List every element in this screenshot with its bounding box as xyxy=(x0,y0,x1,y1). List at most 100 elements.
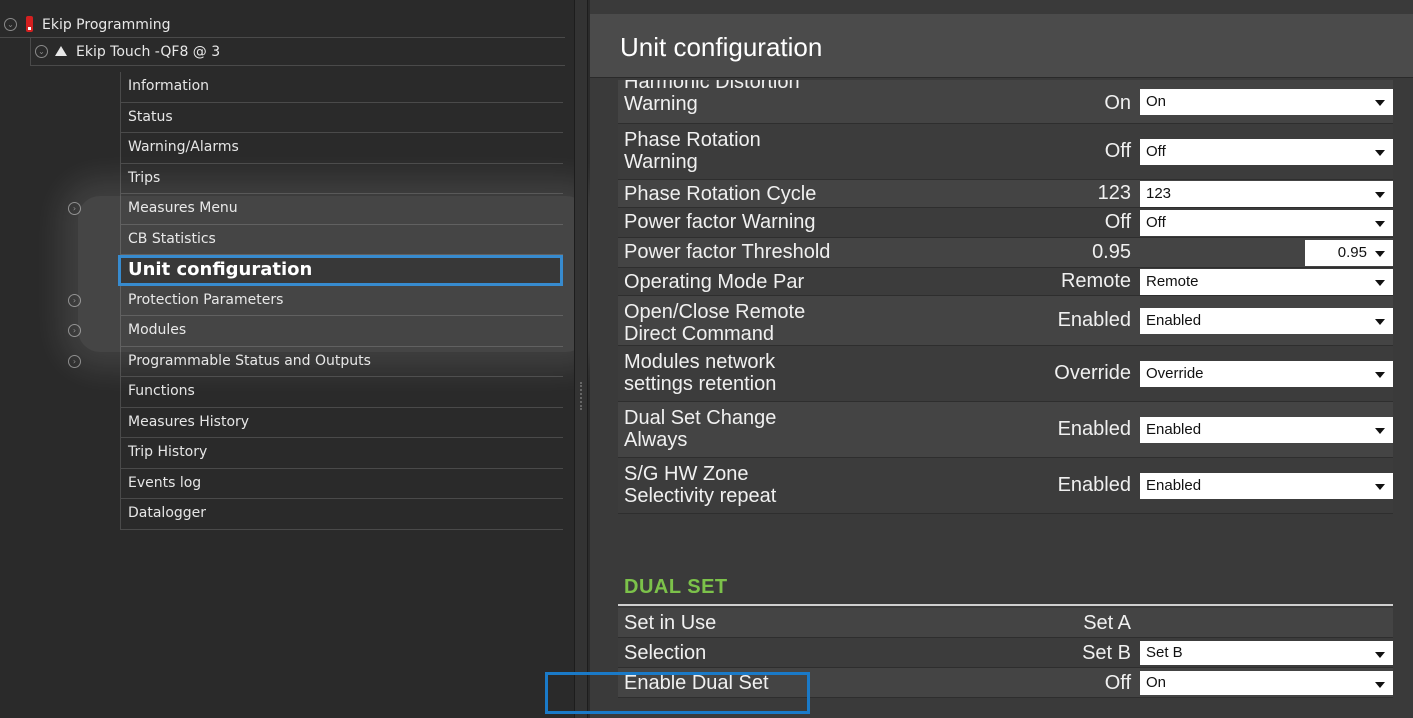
warning-triangle-icon xyxy=(55,46,67,56)
dropdown-value: Off xyxy=(1146,143,1166,160)
dual-set-row: Set in Use Set A xyxy=(618,608,1393,638)
dropdown-caret-icon[interactable] xyxy=(1375,100,1385,106)
expand-circle-icon[interactable]: › xyxy=(68,354,81,368)
tree-item[interactable]: Status xyxy=(121,103,563,133)
settings-row: Dual Set Change Always Enabled Enabled xyxy=(618,402,1393,458)
tree-node-device[interactable]: ⌄ Ekip Touch -QF8 @ 3 xyxy=(30,38,565,66)
row-label-line2: Direct Command xyxy=(624,323,775,345)
row-current-value: On xyxy=(1104,92,1131,114)
tree-node-root[interactable]: ⌄ Ekip Programming xyxy=(0,12,565,38)
value-dropdown[interactable]: 0.95 xyxy=(1140,240,1393,266)
dropdown-value: Enabled xyxy=(1146,421,1202,438)
dropdown-value: 0.95 xyxy=(1337,244,1367,261)
row-label: Dual Set Change xyxy=(624,407,777,429)
value-dropdown[interactable]: On xyxy=(1140,89,1393,115)
row-current-value: Off xyxy=(1104,211,1131,233)
dropdown-caret-icon[interactable] xyxy=(1375,280,1385,286)
settings-row: Phase Rotation Cycle 123 123 xyxy=(618,180,1393,208)
settings-table: Harmonic Distortion Warning On On Phase Rota… xyxy=(618,80,1393,514)
tree-item-label: Warning/Alarms xyxy=(128,139,239,155)
row-label: Open/Close Remote xyxy=(624,301,806,323)
settings-row: S/G HW Zone Selectivity repeat Enabled Enab… xyxy=(618,458,1393,514)
tree-item[interactable]: Trips xyxy=(121,164,563,194)
row-label-line2: Selectivity repeat xyxy=(624,485,777,507)
dropdown-caret-icon[interactable] xyxy=(1375,192,1385,198)
dropdown-value: Enabled xyxy=(1146,312,1202,329)
expand-circle-icon[interactable]: › xyxy=(68,293,81,307)
splitter-grip[interactable] xyxy=(580,382,582,410)
dropdown-caret-icon[interactable] xyxy=(1375,319,1385,325)
settings-row: Open/Close Remote Direct Command Enabled En… xyxy=(618,296,1393,346)
settings-row: Modules network settings retention Overrid… xyxy=(618,346,1393,402)
tree-item[interactable]: Measures History xyxy=(121,408,563,438)
value-dropdown[interactable]: Override xyxy=(1140,361,1393,387)
tree-item-label: Trips xyxy=(128,169,161,186)
dropdown-caret-icon[interactable] xyxy=(1375,682,1385,688)
value-dropdown[interactable]: Enabled xyxy=(1140,308,1393,334)
dropdown-value: Off xyxy=(1146,214,1166,231)
tree-item[interactable]: › Programmable Status and Outputs xyxy=(68,347,563,377)
tree-item[interactable]: Datalogger xyxy=(121,499,563,530)
expand-circle-icon[interactable]: › xyxy=(68,324,81,337)
row-current-value: Override xyxy=(1054,362,1131,384)
tree-item-list: Information Status Warning/Alarms Trips › Mea… xyxy=(68,72,563,530)
dropdown-value: On xyxy=(1146,93,1167,110)
dropdown-caret-icon[interactable] xyxy=(1375,221,1385,227)
tree-item[interactable]: Events log xyxy=(121,469,563,499)
tree-device-label: Ekip Touch -QF8 @ 3 xyxy=(76,44,221,60)
dropdown-caret-icon[interactable] xyxy=(1375,484,1385,490)
value-dropdown[interactable]: Set B xyxy=(1140,641,1393,665)
tree-item-label: Information xyxy=(128,78,210,94)
section-divider xyxy=(618,604,1393,606)
row-label: S/G HW Zone xyxy=(624,463,749,485)
tree-item[interactable]: Functions xyxy=(121,377,563,408)
tree-item[interactable]: Unit configuration xyxy=(118,255,563,286)
row-current-value: Off xyxy=(1104,140,1131,162)
row-current-value: 123 xyxy=(1097,182,1131,204)
pane-splitter[interactable] xyxy=(574,0,588,718)
tree-item-label: Events log xyxy=(128,474,202,491)
tree-root-label: Ekip Programming xyxy=(42,17,171,33)
value-dropdown[interactable]: Off xyxy=(1140,139,1393,165)
value-dropdown[interactable]: On xyxy=(1140,671,1393,695)
row-label: Power factor Threshold xyxy=(624,241,831,263)
tree-item-label: Datalogger xyxy=(128,505,207,521)
row-current-value: Enabled xyxy=(1057,309,1131,331)
row-label-line2: settings retention xyxy=(624,373,777,395)
dropdown-caret-icon[interactable] xyxy=(1375,251,1385,257)
value-dropdown[interactable]: 123 xyxy=(1140,181,1393,207)
row-current-value: 0.95 xyxy=(1092,241,1131,263)
expand-circle-icon[interactable]: › xyxy=(68,202,81,215)
value-dropdown[interactable]: Enabled xyxy=(1140,417,1393,443)
collapse-circle-icon[interactable]: ⌄ xyxy=(35,45,48,58)
dropdown-value: Remote xyxy=(1146,273,1199,290)
tree-item[interactable]: › Measures Menu xyxy=(68,194,563,225)
row-current-value: Set B xyxy=(1082,642,1131,664)
value-dropdown[interactable]: Remote xyxy=(1140,269,1393,295)
dropdown-caret-icon[interactable] xyxy=(1375,428,1385,434)
alert-red-icon xyxy=(26,16,33,32)
row-label: Power factor Warning xyxy=(624,211,816,233)
tree-item[interactable]: › Modules xyxy=(68,316,563,347)
tree-item[interactable]: Trip History xyxy=(121,438,563,469)
dropdown-caret-icon[interactable] xyxy=(1375,372,1385,378)
settings-row: Harmonic Distortion Warning On On xyxy=(618,80,1393,124)
settings-row: Phase Rotation Warning Off Off xyxy=(618,124,1393,180)
dropdown-value: Set B xyxy=(1146,644,1183,661)
tree-item[interactable]: › Protection Parameters xyxy=(68,286,563,316)
tree-item-label: Unit configuration xyxy=(128,259,313,280)
row-current-value: Remote xyxy=(1060,270,1131,292)
row-current-value: Off xyxy=(1104,672,1131,694)
navigation-tree: ⌄ Ekip Programming ⌄ Ekip Touch -QF8 @ 3… xyxy=(0,0,578,718)
tree-item[interactable]: Information xyxy=(121,72,563,103)
tree-item-label: Protection Parameters xyxy=(128,291,284,308)
row-label: Phase Rotation Cycle xyxy=(624,183,817,205)
dropdown-caret-icon[interactable] xyxy=(1375,150,1385,156)
value-dropdown[interactable]: Enabled xyxy=(1140,473,1393,499)
tree-item-label: Measures History xyxy=(128,413,250,430)
dropdown-caret-icon[interactable] xyxy=(1375,652,1385,658)
value-dropdown[interactable]: Off xyxy=(1140,210,1393,236)
tree-item[interactable]: Warning/Alarms xyxy=(121,133,563,164)
tree-item[interactable]: CB Statistics xyxy=(121,225,563,255)
collapse-circle-icon[interactable]: ⌄ xyxy=(4,18,17,31)
